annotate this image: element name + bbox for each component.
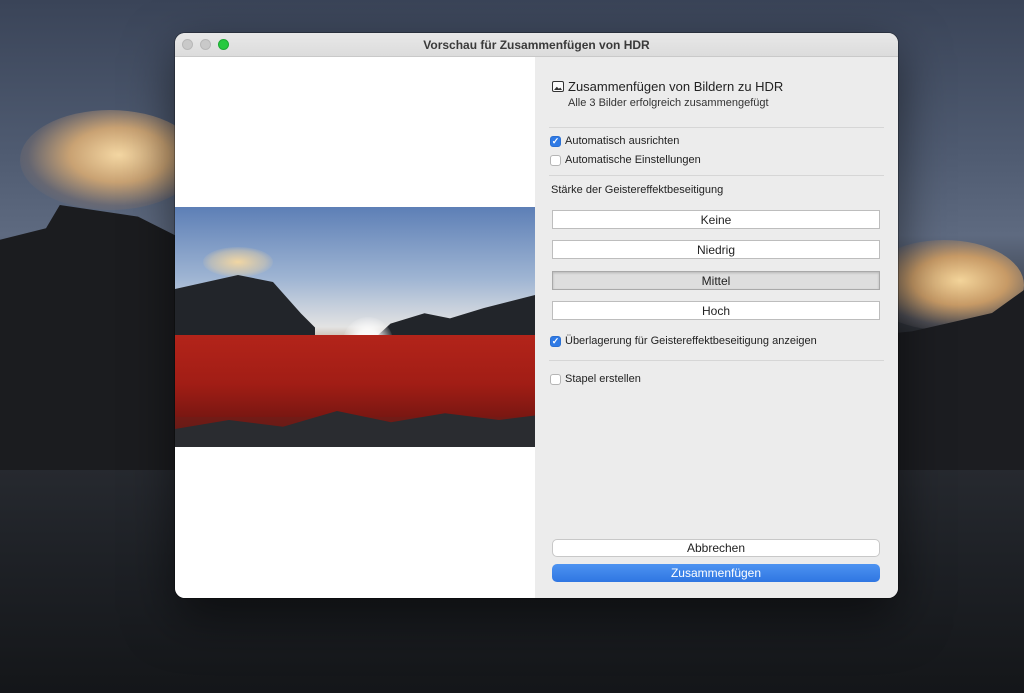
divider [549, 127, 884, 128]
deghost-low-button[interactable]: Niedrig [552, 240, 880, 259]
hdr-preview-image [175, 207, 535, 447]
auto-align-label: Automatisch ausrichten [565, 135, 680, 147]
checkbox-unchecked[interactable] [550, 373, 561, 385]
divider [549, 175, 884, 176]
close-window-button[interactable] [182, 39, 193, 50]
zoom-window-button[interactable] [218, 39, 229, 50]
auto-align-checkbox[interactable]: Automatisch ausrichten [550, 135, 679, 147]
show-overlay-label: Überlagerung für Geistereffektbeseitigun… [565, 335, 817, 347]
window-title: Vorschau für Zusammenfügen von HDR [423, 37, 650, 52]
window-controls [182, 39, 229, 50]
checkbox-checked[interactable] [550, 135, 561, 147]
image-icon [552, 81, 564, 92]
deghost-none-button[interactable]: Keine [552, 210, 880, 229]
divider [549, 360, 884, 361]
panel-header: Zusammenfügen von Bildern zu HDR Alle 3 … [552, 79, 882, 109]
cloud [203, 247, 273, 277]
auto-settings-checkbox[interactable]: Automatische Einstellungen [550, 154, 701, 166]
background-cloud [20, 110, 200, 210]
deghost-medium-button[interactable]: Mittel [552, 271, 880, 290]
deghost-overlay [175, 335, 535, 417]
merge-status: Alle 3 Bilder erfolgreich zusammengefügt [568, 97, 769, 109]
auto-settings-label: Automatische Einstellungen [565, 154, 701, 166]
title-bar: Vorschau für Zusammenfügen von HDR [175, 33, 898, 57]
cancel-button[interactable]: Abbrechen [552, 539, 880, 557]
merge-button[interactable]: Zusammenfügen [552, 564, 880, 582]
hdr-merge-preview-window: Vorschau für Zusammenfügen von HDR Zusam… [175, 33, 898, 598]
checkbox-checked[interactable] [550, 335, 561, 347]
panel-title: Zusammenfügen von Bildern zu HDR [568, 79, 784, 94]
show-overlay-checkbox[interactable]: Überlagerung für Geistereffektbeseitigun… [550, 335, 817, 347]
deghost-section-label: Stärke der Geistereffektbeseitigung [551, 184, 724, 196]
preview-area [175, 57, 535, 598]
checkbox-unchecked[interactable] [550, 154, 561, 166]
minimize-window-button[interactable] [200, 39, 211, 50]
deghost-high-button[interactable]: Hoch [552, 301, 880, 320]
create-stack-checkbox[interactable]: Stapel erstellen [550, 373, 641, 385]
settings-panel: Zusammenfügen von Bildern zu HDR Alle 3 … [535, 57, 898, 598]
create-stack-label: Stapel erstellen [565, 373, 641, 385]
